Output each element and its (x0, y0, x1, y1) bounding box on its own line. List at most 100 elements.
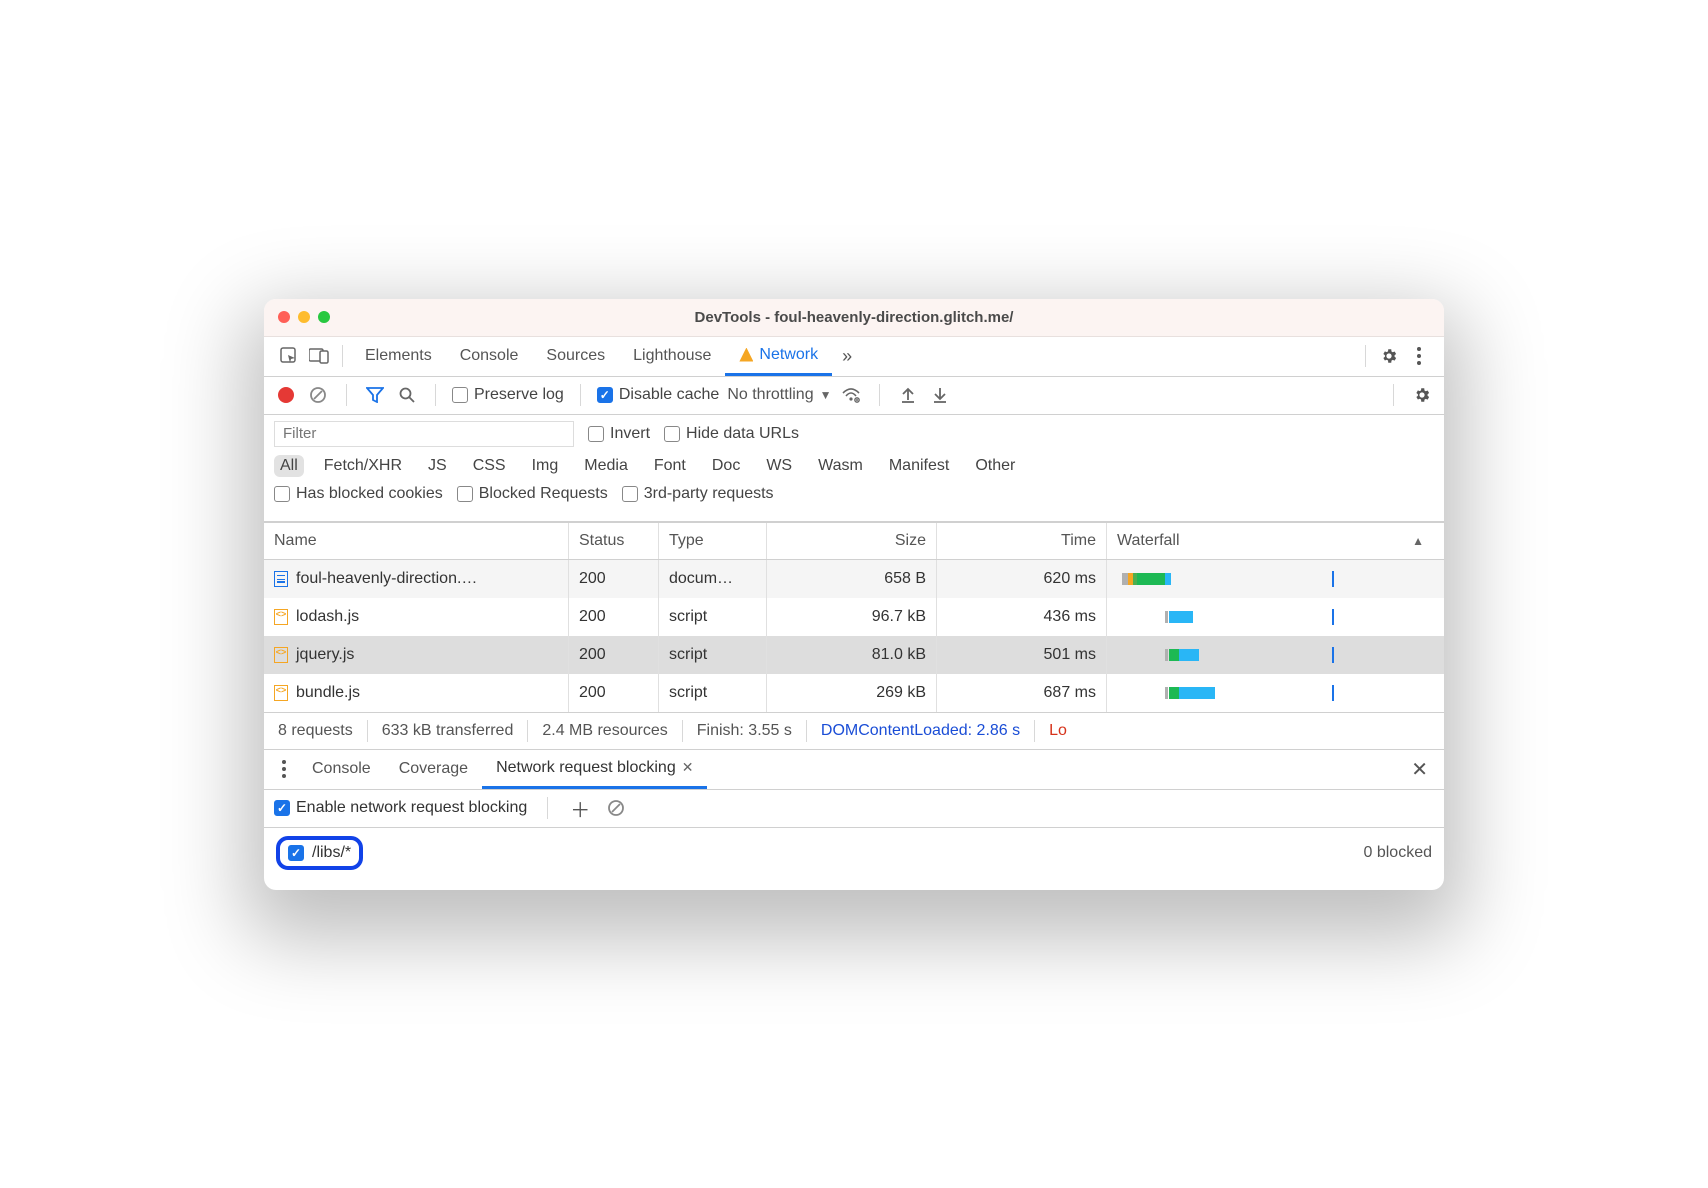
panel-tabs: Elements Console Sources Lighthouse Netw… (351, 337, 832, 376)
enable-blocking-checkbox[interactable]: Enable network request blocking (274, 799, 527, 817)
device-toolbar-icon[interactable] (304, 337, 334, 376)
request-status: 200 (569, 560, 659, 598)
type-filter-img[interactable]: Img (526, 455, 565, 477)
request-size: 269 kB (767, 674, 937, 712)
stat-transferred: 633 kB transferred (368, 720, 529, 742)
checkbox-icon (452, 387, 468, 403)
inspect-element-icon[interactable] (274, 337, 304, 376)
request-size: 81.0 kB (767, 636, 937, 674)
blocking-toolbar: Enable network request blocking ＋ (264, 790, 1444, 828)
col-size[interactable]: Size (767, 523, 937, 559)
status-bar: 8 requests 633 kB transferred 2.4 MB res… (264, 712, 1444, 750)
tab-console[interactable]: Console (446, 337, 533, 376)
type-filter-other[interactable]: Other (969, 455, 1021, 477)
hide-data-urls-checkbox[interactable]: Hide data URLs (664, 425, 799, 443)
request-status: 200 (569, 636, 659, 674)
col-name[interactable]: Name (264, 523, 569, 559)
filter-input[interactable] (274, 421, 574, 447)
request-type: docum… (659, 560, 767, 598)
table-row[interactable]: jquery.js200script81.0 kB501 ms (264, 636, 1444, 674)
col-status[interactable]: Status (569, 523, 659, 559)
tab-network[interactable]: Network (725, 337, 832, 376)
col-type[interactable]: Type (659, 523, 767, 559)
table-row[interactable]: bundle.js200script269 kB687 ms (264, 674, 1444, 712)
devtools-window: DevTools - foul-heavenly-direction.glitc… (264, 299, 1444, 890)
type-filter-ws[interactable]: WS (760, 455, 798, 477)
drawer-kebab-icon[interactable] (270, 760, 298, 778)
blocked-requests-checkbox[interactable]: Blocked Requests (457, 485, 608, 503)
checkbox-checked-icon (288, 845, 304, 861)
record-button[interactable] (274, 387, 298, 403)
tab-elements[interactable]: Elements (351, 337, 446, 376)
table-header: Name Status Type Size Time Waterfall ▲ (264, 522, 1444, 560)
clear-patterns-icon[interactable] (604, 799, 628, 817)
waterfall-marker (1332, 609, 1334, 625)
search-icon[interactable] (395, 386, 419, 404)
tab-lighthouse[interactable]: Lighthouse (619, 337, 725, 376)
type-filter-all[interactable]: All (274, 455, 304, 477)
request-status: 200 (569, 598, 659, 636)
request-time: 501 ms (937, 636, 1107, 674)
throttling-select[interactable]: No throttling ▼ (727, 386, 831, 404)
titlebar: DevTools - foul-heavenly-direction.glitc… (264, 299, 1444, 337)
requests-table: Name Status Type Size Time Waterfall ▲ f… (264, 522, 1444, 712)
request-size: 96.7 kB (767, 598, 937, 636)
drawer-tab-console[interactable]: Console (298, 750, 385, 789)
more-tabs-chevron[interactable]: » (832, 337, 862, 376)
settings-gear-icon[interactable] (1374, 337, 1404, 376)
script-icon (274, 685, 288, 701)
drawer-tabbar: Console Coverage Network request blockin… (264, 750, 1444, 790)
waterfall-marker (1332, 647, 1334, 663)
stat-domcontentloaded: DOMContentLoaded: 2.86 s (807, 720, 1035, 742)
blocking-pattern-row: /libs/* 0 blocked (264, 828, 1444, 890)
invert-checkbox[interactable]: Invert (588, 425, 650, 443)
preserve-log-checkbox[interactable]: Preserve log (452, 386, 564, 404)
third-party-checkbox[interactable]: 3rd-party requests (622, 485, 774, 503)
type-filter-js[interactable]: JS (422, 455, 453, 477)
type-filter-manifest[interactable]: Manifest (883, 455, 955, 477)
request-waterfall (1107, 560, 1444, 598)
col-waterfall[interactable]: Waterfall ▲ (1107, 523, 1444, 559)
has-blocked-cookies-checkbox[interactable]: Has blocked cookies (274, 485, 443, 503)
script-icon (274, 609, 288, 625)
clear-icon[interactable] (306, 386, 330, 404)
stat-load: Lo (1035, 720, 1081, 742)
request-waterfall (1107, 636, 1444, 674)
separator (547, 797, 548, 819)
network-settings-gear-icon[interactable] (1410, 386, 1434, 404)
separator (1393, 384, 1394, 406)
disable-cache-checkbox[interactable]: Disable cache (597, 386, 720, 404)
type-filter-media[interactable]: Media (578, 455, 634, 477)
close-tab-icon[interactable]: ✕ (682, 759, 694, 776)
request-time: 436 ms (937, 598, 1107, 636)
sort-indicator-icon: ▲ (1412, 534, 1424, 548)
tab-sources[interactable]: Sources (532, 337, 619, 376)
separator (346, 384, 347, 406)
add-pattern-icon[interactable]: ＋ (568, 794, 592, 823)
download-har-icon[interactable] (928, 386, 952, 404)
type-filter-wasm[interactable]: Wasm (812, 455, 869, 477)
drawer-tab-coverage[interactable]: Coverage (385, 750, 482, 789)
main-tabbar: Elements Console Sources Lighthouse Netw… (264, 337, 1444, 377)
drawer-close-icon[interactable]: ✕ (1401, 757, 1438, 782)
type-filter-css[interactable]: CSS (467, 455, 512, 477)
col-time[interactable]: Time (937, 523, 1107, 559)
waterfall-marker (1332, 685, 1334, 701)
table-row[interactable]: lodash.js200script96.7 kB436 ms (264, 598, 1444, 636)
filter-icon[interactable] (363, 387, 387, 403)
type-filter-row: All Fetch/XHR JS CSS Img Media Font Doc WS Wasm Ma… (274, 455, 1434, 477)
drawer-tab-blocking[interactable]: Network request blocking ✕ (482, 750, 707, 789)
filter-bar: Invert Hide data URLs All Fetch/XHR JS CSS I… (264, 415, 1444, 522)
request-waterfall (1107, 674, 1444, 712)
type-filter-fetchxhr[interactable]: Fetch/XHR (318, 455, 408, 477)
network-conditions-icon[interactable] (839, 387, 863, 403)
table-row[interactable]: foul-heavenly-direction.…200docum…658 B6… (264, 560, 1444, 598)
upload-har-icon[interactable] (896, 386, 920, 404)
kebab-menu-icon[interactable] (1404, 337, 1434, 376)
blocking-pattern-item[interactable]: /libs/* (276, 836, 363, 870)
request-type: script (659, 598, 767, 636)
separator (342, 345, 343, 367)
stat-finish: Finish: 3.55 s (683, 720, 807, 742)
type-filter-doc[interactable]: Doc (706, 455, 746, 477)
type-filter-font[interactable]: Font (648, 455, 692, 477)
